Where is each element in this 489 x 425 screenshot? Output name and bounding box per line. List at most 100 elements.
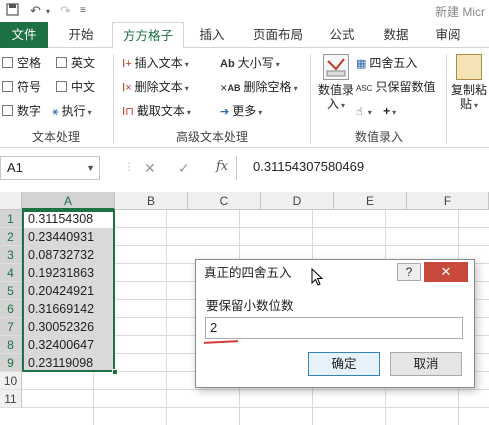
row-header[interactable]: 10	[0, 372, 22, 390]
paste-label-2: 贴	[459, 97, 472, 111]
execute-button[interactable]: ⚹ 执行 ▾	[52, 102, 92, 120]
case-button[interactable]: Ab 大小写 ▾	[220, 54, 280, 72]
round-button[interactable]: ▦ 四舍五入	[356, 54, 417, 72]
row-header[interactable]: 11	[0, 390, 22, 408]
chevron-down-icon: ▾	[392, 108, 397, 117]
ok-button[interactable]: 确定	[308, 352, 380, 376]
extract-text-button[interactable]: Ⅰ⊓ 截取文本 ▾	[122, 102, 191, 120]
delete-text-button[interactable]: Ⅰ× 删除文本 ▾	[122, 78, 189, 96]
tab-ffgz[interactable]: 方方格子	[112, 22, 184, 49]
chevron-down-icon: ▾	[474, 101, 479, 110]
value-entry-icon	[323, 54, 349, 80]
keep-values-button[interactable]: ASC 只保留数值	[356, 78, 435, 96]
save-icon[interactable]	[6, 3, 19, 19]
delete-space-icon: ✕AB	[220, 83, 241, 93]
group-separator	[310, 54, 311, 144]
cell-a9[interactable]: 0.23119098	[28, 354, 93, 372]
row-header[interactable]: 3	[0, 246, 22, 264]
column-header-e[interactable]: E	[334, 192, 407, 210]
delete-space-button[interactable]: ✕AB 删除空格 ▾	[220, 78, 298, 96]
row-header[interactable]: 2	[0, 228, 22, 246]
plus-icon: +	[383, 104, 391, 118]
mouse-cursor-icon	[311, 268, 323, 286]
column-header-a[interactable]: A	[22, 192, 115, 210]
close-button[interactable]: ✕	[424, 262, 468, 282]
cancel-icon[interactable]: ✕	[144, 160, 156, 177]
row-header[interactable]: 6	[0, 300, 22, 318]
cell-a7[interactable]: 0.30052326	[28, 318, 94, 336]
checkbox-icon	[56, 81, 67, 92]
tab-home[interactable]: 开始	[56, 22, 106, 48]
copy-paste-button[interactable]: 复制粘 贴 ▾	[449, 54, 489, 113]
checkbox-number[interactable]: 数字	[2, 102, 41, 120]
fill-handle[interactable]	[112, 369, 118, 375]
row-header[interactable]: 4	[0, 264, 22, 282]
undo-icon[interactable]: ↶	[30, 3, 41, 19]
chevron-down-icon: ▾	[184, 84, 189, 93]
group-separator	[446, 54, 447, 144]
chevron-down-icon: ▾	[186, 108, 191, 117]
chevron-down-icon: ▾	[87, 108, 92, 117]
cell-a2[interactable]: 0.23440931	[28, 228, 94, 246]
column-header-c[interactable]: C	[188, 192, 261, 210]
checkbox-icon	[2, 57, 13, 68]
row-header[interactable]: 5	[0, 282, 22, 300]
value-entry-label: 数值录	[317, 83, 354, 97]
window-title: 新建 Micr	[435, 5, 485, 19]
round-dialog: 真正的四舍五入 ? ✕ 要保留小数位数 2 确定 取消	[195, 259, 475, 388]
column-header-d[interactable]: D	[261, 192, 334, 210]
formula-input[interactable]: 0.31154307580469	[236, 156, 489, 180]
name-box[interactable]: A1 ▼	[0, 156, 100, 180]
round-icon: ▦	[356, 58, 367, 70]
tab-insert[interactable]: 插入	[190, 22, 234, 48]
cell-a5[interactable]: 0.20424921	[28, 282, 94, 300]
chevron-down-icon[interactable]: ▼	[86, 157, 95, 179]
redo-icon[interactable]: ↷	[60, 3, 71, 19]
column-header-b[interactable]: B	[115, 192, 188, 210]
checkbox-symbol[interactable]: 符号	[2, 78, 41, 96]
row-header[interactable]: 8	[0, 336, 22, 354]
checkbox-chinese[interactable]: 中文	[56, 78, 95, 96]
chevron-down-icon: ▾	[258, 108, 263, 117]
undo-dropdown-icon[interactable]: ▾	[46, 7, 50, 16]
insert-text-button[interactable]: Ⅰ+ 插入文本 ▾	[122, 54, 189, 72]
decimal-places-input[interactable]: 2	[205, 317, 463, 339]
tab-review[interactable]: 审阅	[426, 22, 470, 48]
execute-icon: ⚹	[52, 106, 59, 118]
chevron-down-icon: ▾	[184, 60, 189, 69]
arrow-right-icon: ➔	[220, 106, 230, 118]
cell-a6[interactable]: 0.31669142	[28, 300, 94, 318]
enter-icon[interactable]: ✓	[178, 160, 190, 177]
cancel-button[interactable]: 取消	[390, 352, 462, 376]
checkbox-space[interactable]: 空格	[2, 54, 41, 72]
tab-data[interactable]: 数据	[374, 22, 418, 48]
ribbon: 空格 英文 符号 中文 数字 ⚹ 执行 ▾ 文本处理 Ⅰ+ 插入文本 ▾ Ⅰ× 删除文本 ▾…	[0, 48, 489, 148]
annotation-underline	[203, 340, 239, 344]
more-button[interactable]: ➔ 更多 ▾	[220, 102, 262, 120]
cell-a3[interactable]: 0.08732732	[28, 246, 94, 264]
select-all-corner[interactable]	[0, 192, 22, 210]
paste-icon	[456, 54, 482, 80]
function-icon[interactable]: fx	[216, 159, 228, 174]
group-label-advanced: 高级文本处理	[175, 130, 248, 144]
value-entry-button[interactable]: 数值录 入 ▾	[314, 54, 358, 113]
row-header[interactable]: 1	[0, 210, 22, 228]
customize-qa-icon[interactable]: ≡	[80, 5, 86, 16]
cell-a4[interactable]: 0.19231863	[28, 264, 94, 282]
chevron-down-icon: ▾	[293, 84, 298, 93]
tab-page-layout[interactable]: 页面布局	[244, 22, 312, 48]
value-extra-buttons[interactable]: ☝ ▾ + ▾	[356, 102, 396, 120]
ribbon-tabs: 文件 开始 方方格子 插入 页面布局 公式 数据 审阅	[0, 22, 489, 49]
tab-formulas[interactable]: 公式	[320, 22, 364, 48]
help-button[interactable]: ?	[397, 263, 421, 281]
paste-label: 复制粘	[450, 83, 487, 97]
tab-file[interactable]: 文件	[0, 22, 48, 48]
cell-a8[interactable]: 0.32400647	[28, 336, 94, 354]
cell-a1[interactable]: 0.31154308	[28, 210, 93, 228]
column-header-f[interactable]: F	[407, 192, 489, 210]
checkbox-english[interactable]: 英文	[56, 54, 95, 72]
row-header[interactable]: 9	[0, 354, 22, 372]
row-header[interactable]: 7	[0, 318, 22, 336]
case-icon: Ab	[220, 58, 235, 70]
chevron-down-icon: ▾	[341, 101, 346, 110]
